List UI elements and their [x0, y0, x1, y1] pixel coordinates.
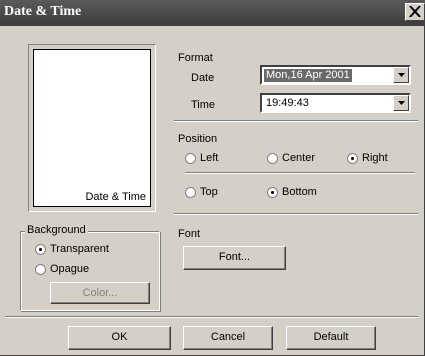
radio-center[interactable]: Center — [267, 152, 315, 164]
radio-indicator — [35, 243, 46, 255]
separator — [185, 172, 415, 174]
radio-right-label: Right — [362, 152, 388, 164]
time-format-value: 19:49:43 — [266, 97, 309, 109]
date-format-value: Mon,16 Apr 2001 — [264, 69, 352, 82]
color-button[interactable]: Color... — [50, 282, 150, 304]
font-button[interactable]: Font... — [183, 246, 286, 270]
date-dropdown-button[interactable] — [393, 67, 409, 83]
radio-indicator — [185, 152, 196, 164]
radio-indicator — [35, 263, 46, 275]
date-label: Date — [191, 72, 215, 84]
position-heading: Position — [178, 133, 218, 145]
radio-transparent-label: Transparent — [50, 243, 109, 255]
radio-top-label: Top — [200, 186, 218, 198]
radio-right[interactable]: Right — [347, 152, 388, 164]
radio-indicator — [185, 186, 196, 198]
radio-opague-label: Opague — [50, 263, 90, 275]
chevron-down-icon — [398, 73, 405, 77]
font-heading: Font — [178, 228, 201, 240]
radio-indicator — [267, 152, 278, 164]
preview-area: Date & Time — [33, 49, 151, 207]
time-format-select[interactable]: 19:49:43 — [260, 93, 411, 113]
separator — [174, 213, 418, 215]
radio-indicator — [267, 186, 278, 198]
radio-transparent[interactable]: Transparent — [35, 243, 109, 255]
radio-left[interactable]: Left — [185, 152, 218, 164]
radio-bottom[interactable]: Bottom — [267, 186, 317, 198]
radio-opague[interactable]: Opague — [35, 263, 89, 275]
window-title: Date & Time — [4, 4, 82, 19]
preview-frame: Date & Time — [28, 44, 156, 212]
ok-button[interactable]: OK — [68, 326, 171, 350]
date-time-dialog: Date & Time Date & Time Background Trans… — [0, 0, 425, 356]
background-legend: Background — [25, 224, 88, 236]
radio-center-label: Center — [282, 152, 316, 164]
bottom-separator — [5, 316, 418, 318]
time-label: Time — [191, 99, 216, 111]
time-dropdown-button[interactable] — [393, 95, 409, 111]
default-button[interactable]: Default — [286, 326, 376, 350]
format-heading: Format — [178, 52, 213, 64]
close-button[interactable] — [405, 3, 425, 21]
radio-indicator — [347, 152, 358, 164]
separator — [174, 120, 418, 122]
cancel-button[interactable]: Cancel — [183, 326, 273, 350]
preview-text: Date & Time — [85, 191, 146, 203]
radio-top[interactable]: Top — [185, 186, 218, 198]
radio-left-label: Left — [200, 152, 219, 164]
title-bar[interactable]: Date & Time — [0, 0, 425, 26]
chevron-down-icon — [398, 101, 405, 105]
close-icon — [409, 6, 421, 17]
date-format-select[interactable]: Mon,16 Apr 2001 — [260, 65, 411, 85]
radio-bottom-label: Bottom — [282, 186, 317, 198]
